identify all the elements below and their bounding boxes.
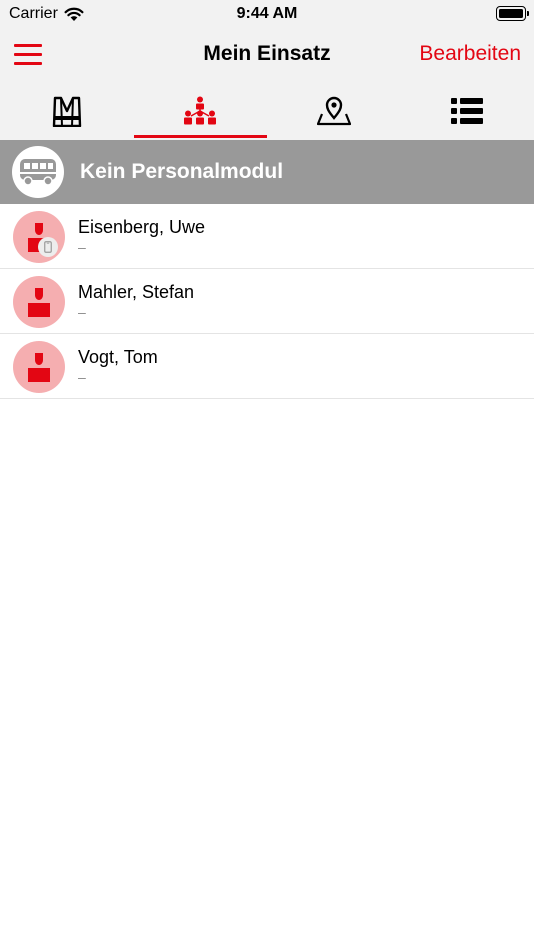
person-subtitle: –	[78, 304, 86, 320]
status-time: 9:44 AM	[236, 5, 298, 22]
tab-bar	[0, 82, 534, 140]
tab-map[interactable]	[267, 82, 401, 140]
edit-button[interactable]: Bearbeiten	[419, 42, 521, 66]
team-hierarchy-icon	[184, 96, 217, 125]
section-title: Kein Personalmodul	[80, 160, 284, 183]
avatar	[13, 341, 65, 393]
list-item[interactable]: Eisenberg, Uwe –	[0, 204, 534, 269]
tab-vest[interactable]	[0, 82, 134, 140]
status-bar: Carrier 9:44 AM	[0, 0, 534, 28]
safety-vest-icon	[52, 96, 81, 127]
device-badge	[38, 237, 58, 257]
avatar	[13, 211, 65, 263]
list-item[interactable]: Vogt, Tom –	[0, 334, 534, 399]
hamburger-menu-icon[interactable]	[14, 42, 42, 66]
section-header: Kein Personalmodul	[0, 140, 534, 204]
list-icon	[451, 98, 484, 124]
avatar	[13, 276, 65, 328]
person-subtitle: –	[78, 239, 86, 255]
person-icon	[28, 353, 50, 382]
person-name: Eisenberg, Uwe	[78, 217, 206, 237]
person-name: Vogt, Tom	[78, 347, 158, 367]
battery-full-icon	[496, 6, 529, 21]
person-list: Eisenberg, Uwe – Mahler, Stefan – Vogt, …	[0, 204, 534, 399]
navigation-bar: Mein Einsatz Bearbeiten	[0, 28, 534, 82]
list-item[interactable]: Mahler, Stefan –	[0, 269, 534, 334]
tab-team[interactable]	[133, 82, 268, 140]
tab-list[interactable]	[401, 82, 534, 140]
bus-icon	[20, 159, 56, 186]
person-icon	[28, 288, 50, 317]
person-name: Mahler, Stefan	[78, 282, 195, 302]
map-pin-icon	[316, 96, 351, 126]
phone-icon	[44, 241, 52, 253]
person-subtitle: –	[78, 369, 86, 385]
bus-icon-badge	[12, 146, 64, 198]
